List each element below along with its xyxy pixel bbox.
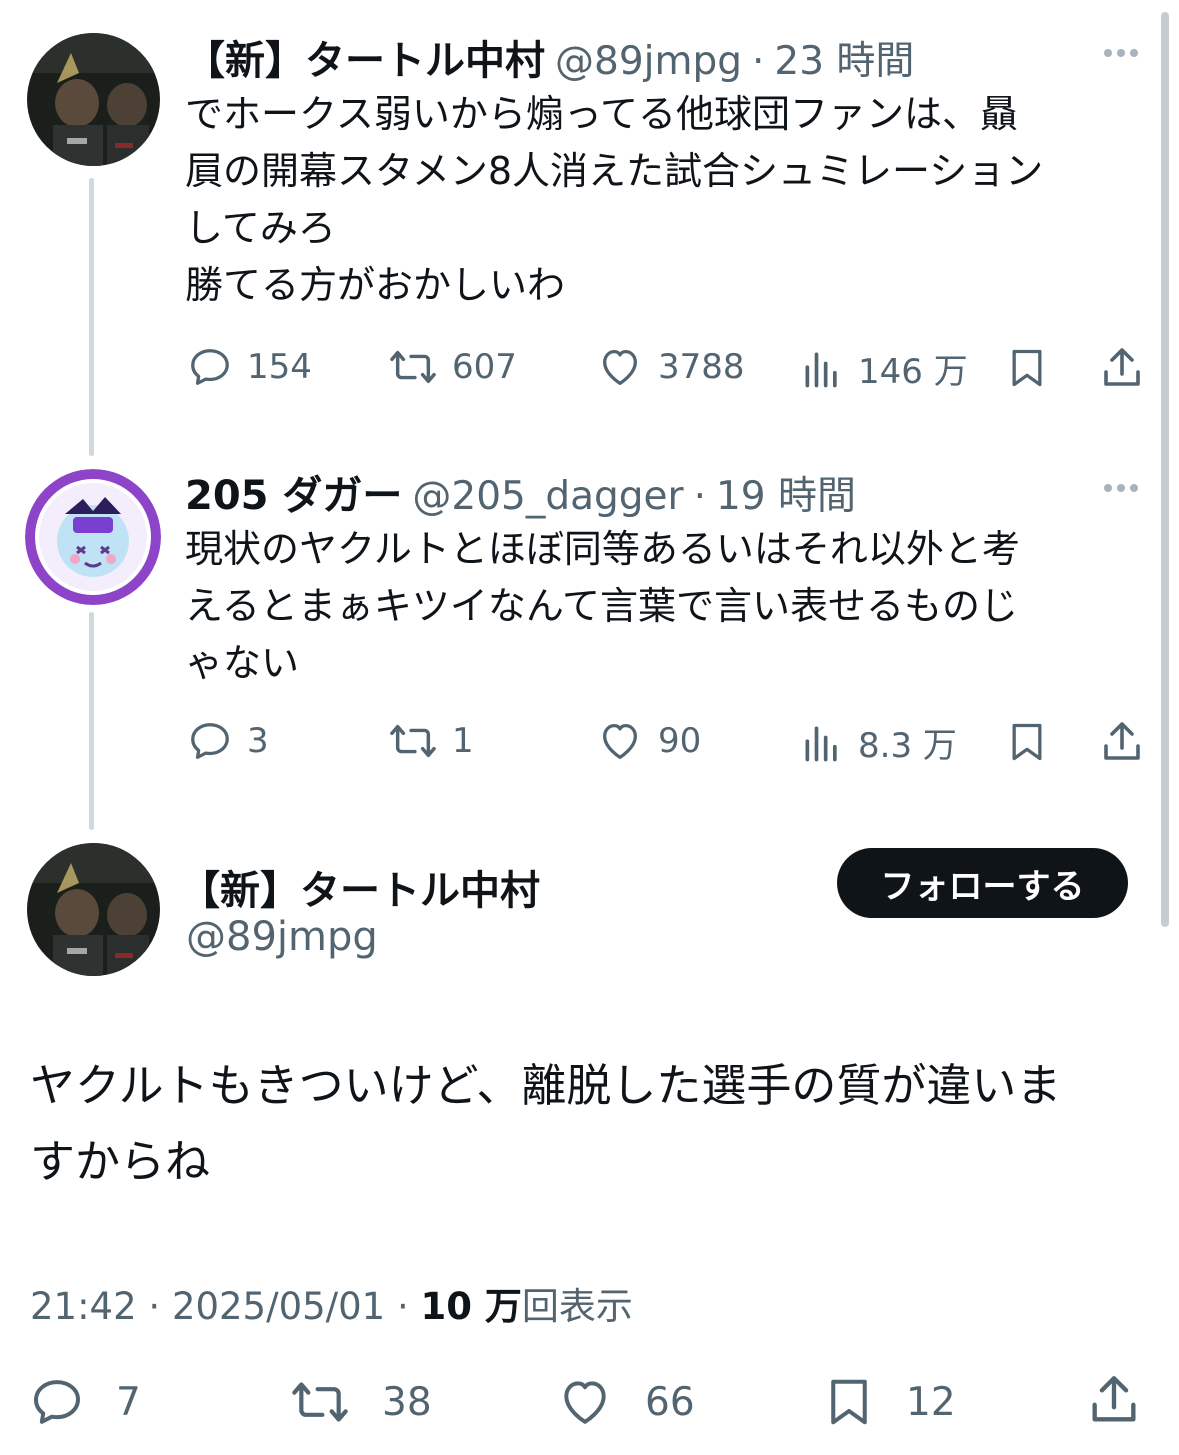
retweet-count: 38 [382, 1379, 432, 1425]
separator-dot: · [751, 39, 765, 84]
heart-icon [603, 350, 637, 385]
share-button[interactable] [1085, 1370, 1143, 1430]
like-count: 90 [658, 721, 702, 761]
bar-chart-icon [805, 352, 837, 387]
tweet-text-line: してみろ [185, 206, 336, 250]
like-button[interactable]: 3788 [596, 344, 745, 390]
heart-icon [603, 724, 637, 759]
tweet-time[interactable]: 19 時間 [716, 465, 856, 521]
share-button[interactable] [1098, 344, 1146, 392]
reply-count: 154 [247, 347, 312, 387]
bookmark-count: 12 [906, 1379, 956, 1425]
author-handle[interactable]: @205_dagger [412, 474, 683, 519]
more-dots-icon[interactable] [1104, 49, 1138, 57]
bookmark-button[interactable] [1005, 718, 1049, 766]
share-button[interactable] [1098, 718, 1146, 766]
bookmark-icon [831, 1379, 867, 1425]
tweet-text-line: 屓の開幕スタメン8人消えた試合シュミレーション [185, 149, 1044, 193]
tweet-text-line: 現状のヤクルトとほぼ同等あるいはそれ以外と考 [185, 527, 1020, 571]
bookmark-button[interactable]: 12 [822, 1372, 956, 1432]
thread-line [89, 178, 94, 456]
bookmark-button[interactable] [1005, 344, 1049, 392]
retweet-button[interactable]: 607 [388, 344, 517, 390]
share-upload-icon [1104, 722, 1140, 760]
thread-line [89, 612, 94, 830]
tweet-text-line: でホークス弱いから煽ってる他球団ファンは、贔 [185, 92, 1018, 136]
reply-button[interactable]: 154 [187, 344, 312, 390]
reply-count: 3 [247, 721, 269, 761]
tweet-text-line: ヤクルトもきついけど、離脱した選手の質が違いま [30, 1059, 1062, 1112]
share-upload-icon [1104, 348, 1140, 386]
avatar[interactable] [25, 469, 161, 605]
speech-bubble-icon [34, 1380, 80, 1424]
retweet-count: 607 [452, 347, 517, 387]
views-button[interactable]: 146 万 [800, 344, 968, 393]
tweet-text: ヤクルトもきついけど、離脱した選手の質が違いま すからね [30, 1048, 1061, 1200]
tweet-time[interactable]: 23 時間 [774, 30, 914, 86]
speech-bubble-icon [191, 349, 229, 385]
follow-button[interactable]: フォローする [837, 848, 1128, 918]
author-name[interactable]: 205 ダガー [185, 463, 402, 521]
tweet-time[interactable]: 21:42 [30, 1285, 137, 1328]
view-count: 146 万 [858, 352, 968, 392]
retweet-button[interactable]: 38 [288, 1374, 432, 1430]
share-upload-icon [1092, 1376, 1136, 1422]
views-button[interactable]: 8.3 万 [800, 718, 957, 767]
tweet-text: 現状のヤクルトとほぼ同等あるいはそれ以外と考 えるとまぁキツイなんて言葉で言い表… [185, 521, 1020, 692]
view-count: 10 万 [420, 1285, 522, 1328]
tweet-text-line: えるとまぁキツイなんて言葉で言い表せるものじ [185, 584, 1018, 628]
tweet-text-line: ゃない [185, 641, 300, 685]
like-count: 66 [645, 1379, 695, 1425]
bar-chart-icon [805, 726, 837, 761]
retweet-count: 1 [452, 721, 474, 761]
tweet-text-line: 勝てる方がおかしいわ [185, 263, 566, 307]
scrollbar[interactable] [1161, 12, 1169, 927]
author-handle[interactable]: @89jmpg [186, 914, 378, 960]
avatar[interactable] [27, 33, 160, 166]
retweet-arrows-icon [390, 350, 436, 384]
more-dots-icon[interactable] [1104, 484, 1138, 492]
like-button[interactable]: 66 [555, 1374, 695, 1430]
bookmark-icon [1012, 723, 1042, 761]
author-name[interactable]: 【新】タートル中村 [180, 858, 540, 916]
reply-count: 7 [116, 1379, 141, 1425]
author-name[interactable]: 【新】タートル中村 [185, 28, 545, 86]
avatar[interactable] [27, 843, 160, 976]
speech-bubble-icon [191, 723, 229, 759]
like-button[interactable]: 90 [596, 718, 701, 764]
tweet-text: でホークス弱いから煽ってる他球団ファンは、贔 屓の開幕スタメン8人消えた試合シュ… [185, 86, 1043, 314]
retweet-arrows-icon [390, 724, 436, 758]
tweet-text-line: すからね [30, 1135, 211, 1188]
like-count: 3788 [658, 347, 745, 387]
separator-dot: · [148, 1285, 172, 1328]
separator-dot: · [396, 1285, 421, 1328]
retweet-button[interactable]: 1 [388, 718, 474, 764]
tweet-date[interactable]: 2025/05/01 [172, 1285, 385, 1328]
tweet-meta: 21:42 · 2025/05/01 · 10 万回表示 [30, 1276, 633, 1330]
heart-icon [564, 1381, 606, 1424]
author-handle[interactable]: @89jmpg [555, 39, 742, 84]
view-count: 8.3 万 [858, 726, 957, 766]
separator-dot: · [693, 474, 706, 519]
reply-button[interactable]: 3 [187, 718, 269, 764]
view-suffix: 回表示 [521, 1285, 633, 1328]
bookmark-icon [1012, 349, 1042, 387]
retweet-arrows-icon [292, 1382, 348, 1422]
reply-button[interactable]: 7 [28, 1374, 141, 1430]
